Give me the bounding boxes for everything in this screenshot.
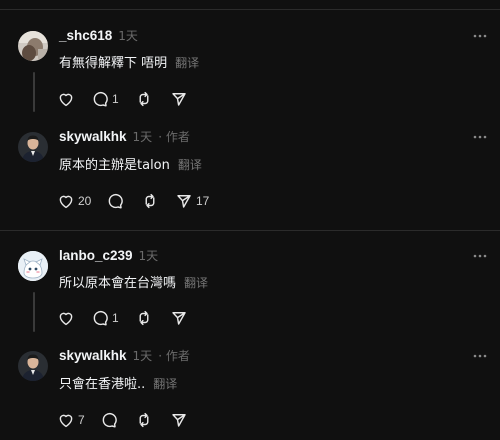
repost-button[interactable]	[135, 89, 156, 109]
heart-icon	[59, 312, 73, 326]
timestamp[interactable]: 1天	[133, 347, 153, 364]
comment-icon	[108, 193, 123, 209]
more-options-button[interactable]	[471, 350, 489, 362]
reply-count: 1	[112, 311, 119, 325]
like-button[interactable]: 7	[57, 410, 85, 430]
more-horizontal-icon	[473, 34, 487, 38]
heart-icon	[59, 195, 73, 209]
more-options-button[interactable]	[471, 30, 489, 42]
post-text: 只會在香港啦..	[59, 377, 146, 392]
username[interactable]: _shc618	[59, 28, 112, 43]
more-options-button[interactable]	[471, 250, 489, 262]
post-header: _shc618 1天	[59, 27, 138, 44]
post-text-row: 原本的主辦是talon 翻译	[59, 154, 202, 173]
translate-link[interactable]: 翻译	[184, 274, 208, 291]
avatar[interactable]	[18, 251, 48, 281]
avatar[interactable]	[18, 132, 48, 162]
more-horizontal-icon	[473, 354, 487, 358]
post-text-row: 有無得解釋下 唔明 翻译	[59, 52, 199, 71]
repost-icon	[145, 193, 155, 209]
post-header: skywalkhk 1天 · 作者	[59, 347, 190, 364]
repost-icon	[139, 412, 149, 428]
share-button[interactable]	[170, 308, 191, 328]
like-button[interactable]	[57, 308, 78, 328]
share-button[interactable]	[170, 89, 191, 109]
like-count: 7	[78, 413, 85, 427]
translate-link[interactable]: 翻译	[175, 54, 199, 71]
reply-button[interactable]	[100, 410, 121, 430]
comment-icon	[93, 310, 108, 326]
action-bar: 7	[57, 410, 277, 430]
post-header: lanbo_c239 1天	[59, 247, 158, 264]
action-bar: 1	[57, 89, 277, 109]
post-text: 所以原本會在台灣嗎	[59, 276, 177, 291]
reply-button[interactable]: 1	[91, 89, 119, 109]
username[interactable]: skywalkhk	[59, 129, 127, 144]
author-badge: · 作者	[158, 349, 190, 363]
action-bar: 20 17	[57, 191, 277, 211]
timestamp[interactable]: 1天	[118, 27, 138, 44]
repost-icon	[139, 310, 149, 326]
send-icon	[177, 195, 191, 208]
post-text: 原本的主辦是talon	[59, 158, 170, 173]
thread-line	[33, 72, 35, 112]
repost-button[interactable]	[141, 191, 162, 211]
avatar[interactable]	[18, 351, 48, 381]
post-text: 有無得解釋下 唔明	[59, 56, 168, 71]
threads-replies-feed: _shc618 1天 有無得解釋下 唔明 翻译 1 skywalkhk 1天 ·…	[0, 0, 500, 440]
send-icon	[172, 312, 186, 325]
action-bar: 1	[57, 308, 277, 328]
send-icon	[172, 414, 186, 427]
heart-icon	[59, 414, 73, 428]
translate-link[interactable]: 翻译	[153, 375, 177, 392]
share-count: 17	[196, 194, 210, 208]
heart-icon	[59, 93, 73, 107]
repost-icon	[139, 91, 149, 107]
translate-link[interactable]: 翻译	[178, 156, 202, 173]
thread-line	[33, 292, 35, 332]
more-horizontal-icon	[473, 254, 487, 258]
post-text-row: 所以原本會在台灣嗎 翻译	[59, 272, 208, 291]
like-count: 20	[78, 194, 92, 208]
reply-button[interactable]: 1	[91, 308, 119, 328]
comment-icon	[93, 91, 108, 107]
like-button[interactable]	[57, 89, 78, 109]
post-header: skywalkhk 1天 · 作者	[59, 128, 190, 145]
share-button[interactable]	[170, 410, 191, 430]
username[interactable]: skywalkhk	[59, 348, 127, 363]
thread-divider	[0, 230, 500, 231]
more-options-button[interactable]	[471, 131, 489, 143]
reply-button[interactable]	[106, 191, 127, 211]
post-text-row: 只會在香港啦.. 翻译	[59, 373, 177, 392]
top-divider	[0, 9, 500, 10]
repost-button[interactable]	[135, 308, 156, 328]
avatar[interactable]	[18, 31, 48, 61]
more-horizontal-icon	[473, 135, 487, 139]
timestamp[interactable]: 1天	[139, 247, 159, 264]
timestamp[interactable]: 1天	[133, 128, 153, 145]
author-badge: · 作者	[158, 130, 190, 144]
share-button[interactable]: 17	[175, 191, 209, 211]
username[interactable]: lanbo_c239	[59, 248, 133, 263]
comment-icon	[102, 412, 117, 428]
send-icon	[172, 93, 186, 106]
repost-button[interactable]	[135, 410, 156, 430]
like-button[interactable]: 20	[57, 191, 91, 211]
reply-count: 1	[112, 92, 119, 106]
